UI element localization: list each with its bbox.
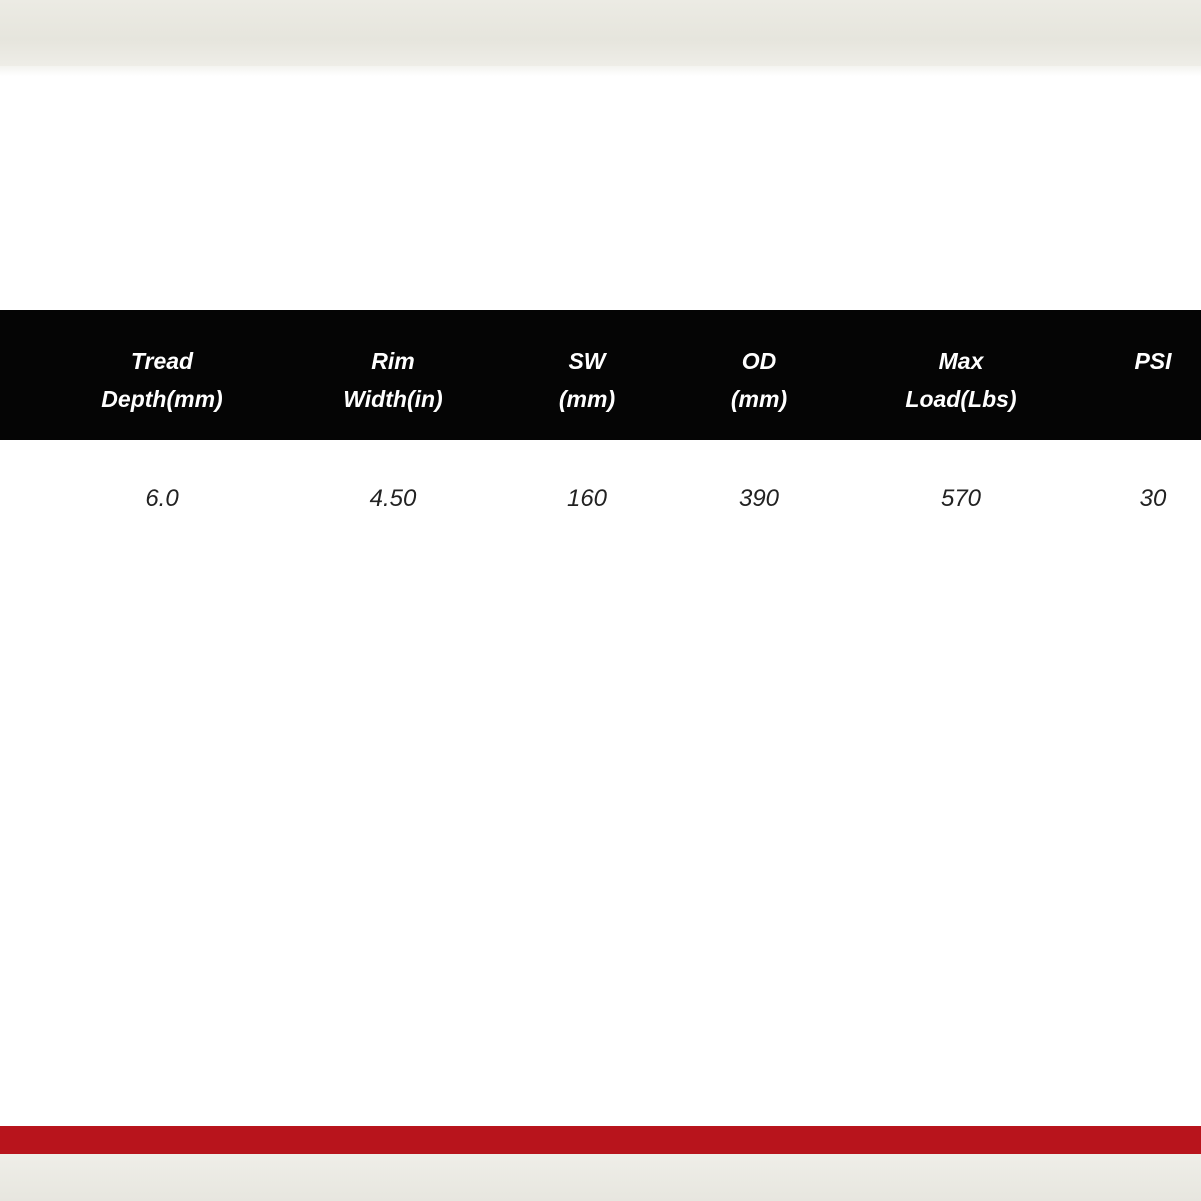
header-tread-depth-line2: Depth(mm)	[101, 386, 223, 412]
header-outer-diameter-line2: (mm)	[730, 386, 788, 412]
header-max-load-line2: Load(Lbs)	[905, 386, 1017, 412]
top-band-shadow	[0, 66, 1201, 76]
header-max-load-line1: Max	[938, 348, 984, 374]
top-band	[0, 0, 1201, 66]
header-max-load: Max Load(Lbs)	[905, 342, 1016, 418]
header-outer-diameter-line1: OD	[741, 348, 777, 374]
cell-psi: 30	[1139, 485, 1167, 512]
bottom-band	[0, 1154, 1201, 1201]
cell-tread-depth: 6.0	[145, 485, 179, 512]
header-rim-width-line2: Width(in)	[343, 386, 443, 412]
page: Tread Depth(mm) Rim Width(in) SW (mm) OD…	[0, 0, 1201, 1201]
header-section-width: SW (mm)	[559, 342, 615, 418]
header-tread-depth: Tread Depth(mm)	[101, 342, 222, 418]
header-psi: PSI	[1134, 342, 1171, 380]
header-section-width-line1: SW	[568, 348, 606, 374]
red-accent-bar	[0, 1126, 1201, 1154]
header-section-width-line2: (mm)	[558, 386, 616, 412]
header-rim-width-line1: Rim	[371, 348, 415, 374]
spec-table-header: Tread Depth(mm) Rim Width(in) SW (mm) OD…	[0, 310, 1201, 440]
header-psi-line1: PSI	[1134, 348, 1172, 374]
cell-outer-diameter: 390	[738, 485, 780, 512]
header-tread-depth-line1: Tread	[130, 348, 194, 374]
header-rim-width: Rim Width(in)	[343, 342, 442, 418]
table-row: 6.0 4.50 160 390 570 30	[0, 440, 1201, 576]
cell-max-load: 570	[940, 485, 982, 512]
cell-rim-width: 4.50	[369, 485, 417, 512]
cell-section-width: 160	[566, 485, 608, 512]
header-outer-diameter: OD (mm)	[731, 342, 787, 418]
spec-table: Tread Depth(mm) Rim Width(in) SW (mm) OD…	[0, 310, 1201, 576]
